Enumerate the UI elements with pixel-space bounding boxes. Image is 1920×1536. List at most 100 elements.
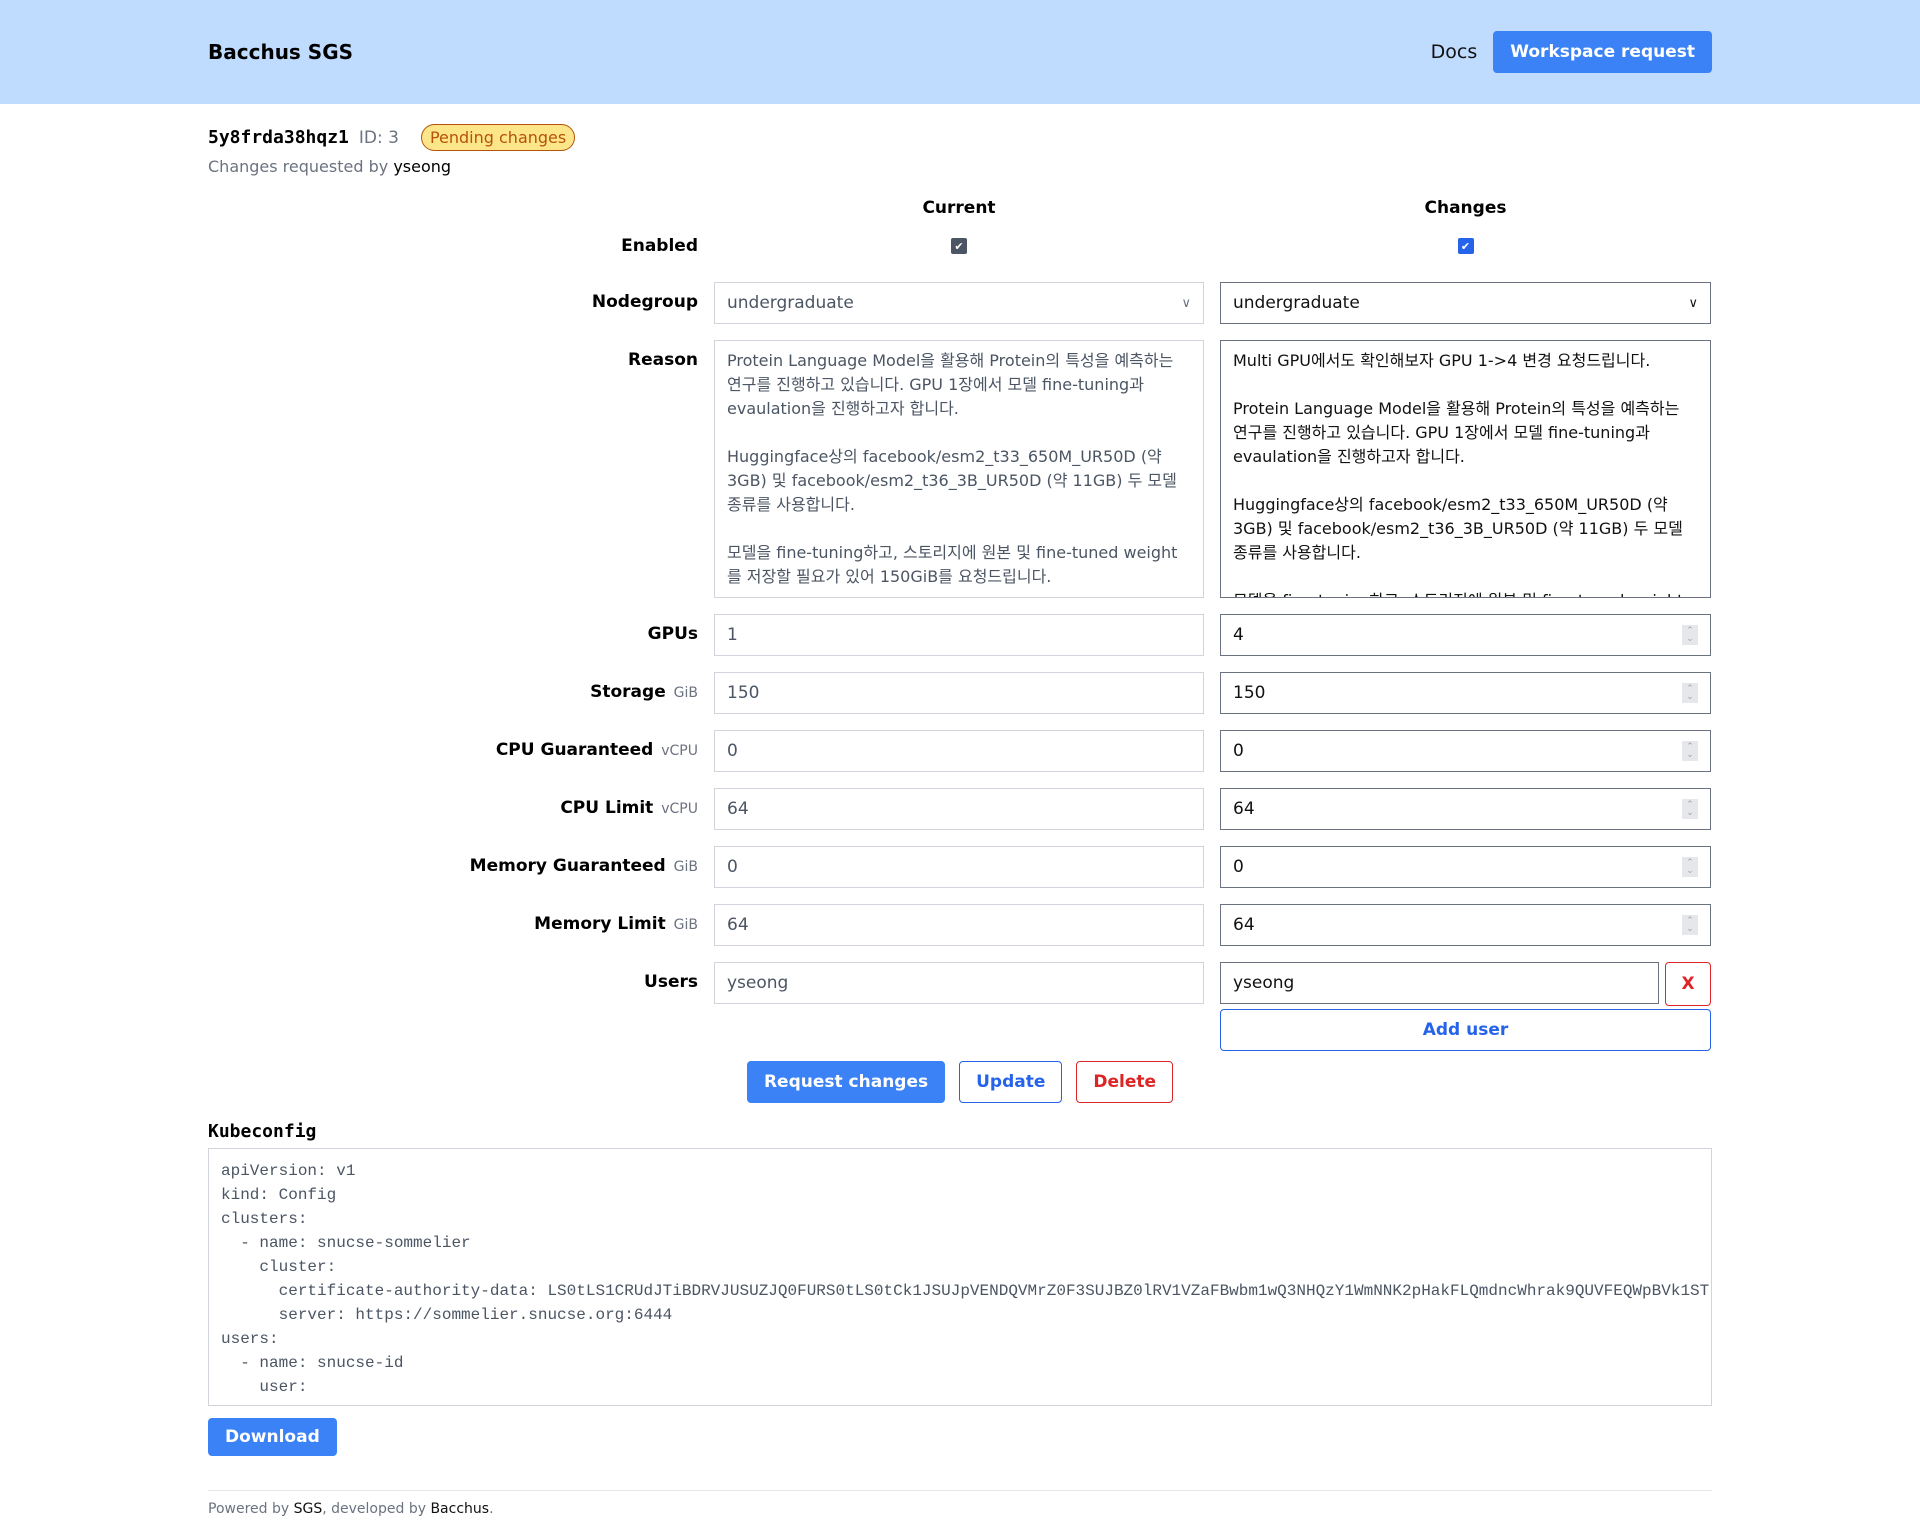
- enabled-current-checkbox: ✔: [951, 238, 967, 254]
- memory-guaranteed-changes-value: 0: [1233, 857, 1244, 877]
- users-current-value: yseong: [727, 973, 789, 993]
- storage-label: Storage GiB: [208, 672, 698, 702]
- storage-changes-value: 150: [1233, 683, 1266, 703]
- workspace-name: 5y8frda38hqz1: [208, 127, 349, 148]
- top-navbar: Bacchus SGS Docs Workspace request: [0, 0, 1920, 104]
- footer-sgs-link[interactable]: SGS: [294, 1501, 323, 1517]
- footer-period: .: [489, 1501, 494, 1517]
- chevron-down-icon: ∨: [1181, 295, 1191, 311]
- download-button[interactable]: Download: [208, 1418, 337, 1456]
- requested-by-line: Changes requested by yseong: [208, 157, 1712, 176]
- number-spinner-icon[interactable]: ⌃ ⌄: [1682, 857, 1698, 877]
- nodegroup-current-value: undergraduate: [727, 293, 854, 313]
- requested-by-user: yseong: [393, 157, 452, 176]
- memory-limit-label: Memory Limit GiB: [208, 904, 698, 934]
- gpus-label: GPUs: [208, 614, 698, 644]
- storage-current-value: 150: [727, 683, 760, 703]
- enabled-current-cell: ✔: [714, 224, 1204, 268]
- check-icon: ✔: [954, 239, 964, 253]
- gpus-label-text: GPUs: [647, 624, 698, 644]
- workspace-header: 5y8frda38hqz1 ID: 3 Pending changes: [208, 124, 1712, 151]
- user-changes-input[interactable]: yseong: [1220, 962, 1659, 1004]
- storage-label-text: Storage: [590, 682, 666, 702]
- nodegroup-changes-value: undergraduate: [1233, 293, 1360, 313]
- cpu-guaranteed-current-input: 0: [714, 730, 1204, 772]
- memory-limit-label-text: Memory Limit: [534, 914, 666, 934]
- status-badge: Pending changes: [420, 124, 576, 151]
- footer-bacchus-link[interactable]: Bacchus: [430, 1501, 489, 1517]
- reason-label: Reason: [628, 350, 698, 370]
- users-changes-row: yseong X: [1220, 962, 1711, 1006]
- memory-limit-current-input: 64: [714, 904, 1204, 946]
- footer: Powered by SGS, developed by Bacchus.: [208, 1491, 1712, 1517]
- check-icon: ✔: [1460, 239, 1471, 253]
- memory-limit-unit: GiB: [673, 917, 698, 933]
- cpu-limit-label-text: CPU Limit: [560, 798, 654, 818]
- users-current-input: yseong: [714, 962, 1204, 1004]
- cpu-guaranteed-changes-input[interactable]: 0 ⌃ ⌄: [1220, 730, 1711, 772]
- kubeconfig-content[interactable]: apiVersion: v1 kind: Config clusters: - …: [208, 1148, 1712, 1406]
- add-user-button[interactable]: Add user: [1220, 1009, 1711, 1051]
- gpus-current-value: 1: [727, 625, 738, 645]
- user-changes-value: yseong: [1233, 973, 1295, 993]
- column-header-changes: Changes: [1424, 198, 1507, 218]
- reason-current-textarea: Protein Language Model을 활용해 Protein의 특성을…: [714, 340, 1204, 598]
- cpu-guaranteed-changes-value: 0: [1233, 741, 1244, 761]
- chevron-down-icon: ∨: [1688, 295, 1698, 311]
- cpu-limit-current-value: 64: [727, 799, 749, 819]
- reason-changes-textarea[interactable]: Multi GPU에서도 확인해보자 GPU 1->4 변경 요청드립니다. P…: [1220, 340, 1711, 598]
- brand-logo[interactable]: Bacchus SGS: [208, 40, 353, 64]
- cpu-guaranteed-unit: vCPU: [661, 743, 698, 759]
- memory-guaranteed-current-input: 0: [714, 846, 1204, 888]
- memory-guaranteed-unit: GiB: [673, 859, 698, 875]
- docs-link[interactable]: Docs: [1431, 41, 1478, 63]
- enabled-label: Enabled: [621, 236, 698, 256]
- request-changes-button[interactable]: Request changes: [746, 1061, 946, 1103]
- gpus-current-input: 1: [714, 614, 1204, 656]
- nodegroup-label: Nodegroup: [591, 292, 698, 312]
- update-button[interactable]: Update: [959, 1061, 1063, 1103]
- users-label: Users: [644, 972, 698, 992]
- gpus-changes-value: 4: [1233, 625, 1244, 645]
- number-spinner-icon[interactable]: ⌃ ⌄: [1682, 683, 1698, 703]
- number-spinner-icon[interactable]: ⌃ ⌄: [1682, 915, 1698, 935]
- nodegroup-changes-select[interactable]: undergraduate ∨: [1220, 282, 1711, 324]
- cpu-limit-changes-input[interactable]: 64 ⌃ ⌄: [1220, 788, 1711, 830]
- column-header-current: Current: [922, 198, 996, 218]
- cpu-limit-current-input: 64: [714, 788, 1204, 830]
- workspace-request-button[interactable]: Workspace request: [1493, 31, 1712, 73]
- number-spinner-icon[interactable]: ⌃ ⌄: [1682, 625, 1698, 645]
- cpu-limit-changes-value: 64: [1233, 799, 1255, 819]
- remove-user-button[interactable]: X: [1665, 962, 1711, 1006]
- storage-changes-input[interactable]: 150 ⌃ ⌄: [1220, 672, 1711, 714]
- nav-links: Docs Workspace request: [1431, 31, 1712, 73]
- storage-current-input: 150: [714, 672, 1204, 714]
- requested-by-prefix: Changes requested by: [208, 157, 389, 176]
- enabled-changes-checkbox[interactable]: ✔: [1457, 238, 1474, 254]
- memory-guaranteed-label: Memory Guaranteed GiB: [208, 846, 698, 876]
- memory-limit-current-value: 64: [727, 915, 749, 935]
- footer-powered-by: Powered by: [208, 1501, 290, 1517]
- nodegroup-current-select: undergraduate ∨: [714, 282, 1204, 324]
- main-content: 5y8frda38hqz1 ID: 3 Pending changes Chan…: [208, 124, 1712, 1517]
- workspace-id: ID: 3: [358, 127, 399, 148]
- kubeconfig-title: Kubeconfig: [208, 1121, 317, 1142]
- memory-limit-changes-value: 64: [1233, 915, 1255, 935]
- form-actions: Request changes Update Delete: [208, 1061, 1712, 1103]
- cpu-guaranteed-label-text: CPU Guaranteed: [495, 740, 654, 760]
- storage-unit: GiB: [673, 685, 698, 701]
- number-spinner-icon[interactable]: ⌃ ⌄: [1682, 741, 1698, 761]
- workspace-compare-form: Current Changes Enabled ✔ ✔ Nodegroup un…: [208, 192, 1712, 1051]
- memory-limit-changes-input[interactable]: 64 ⌃ ⌄: [1220, 904, 1711, 946]
- gpus-changes-input[interactable]: 4 ⌃ ⌄: [1220, 614, 1711, 656]
- memory-guaranteed-label-text: Memory Guaranteed: [469, 856, 666, 876]
- footer-developed-by: , developed by: [322, 1501, 426, 1517]
- cpu-guaranteed-label: CPU Guaranteed vCPU: [208, 730, 698, 760]
- cpu-limit-label: CPU Limit vCPU: [208, 788, 698, 818]
- memory-guaranteed-changes-input[interactable]: 0 ⌃ ⌄: [1220, 846, 1711, 888]
- cpu-limit-unit: vCPU: [661, 801, 698, 817]
- memory-guaranteed-current-value: 0: [727, 857, 738, 877]
- delete-button[interactable]: Delete: [1076, 1061, 1174, 1103]
- number-spinner-icon[interactable]: ⌃ ⌄: [1682, 799, 1698, 819]
- cpu-guaranteed-current-value: 0: [727, 741, 738, 761]
